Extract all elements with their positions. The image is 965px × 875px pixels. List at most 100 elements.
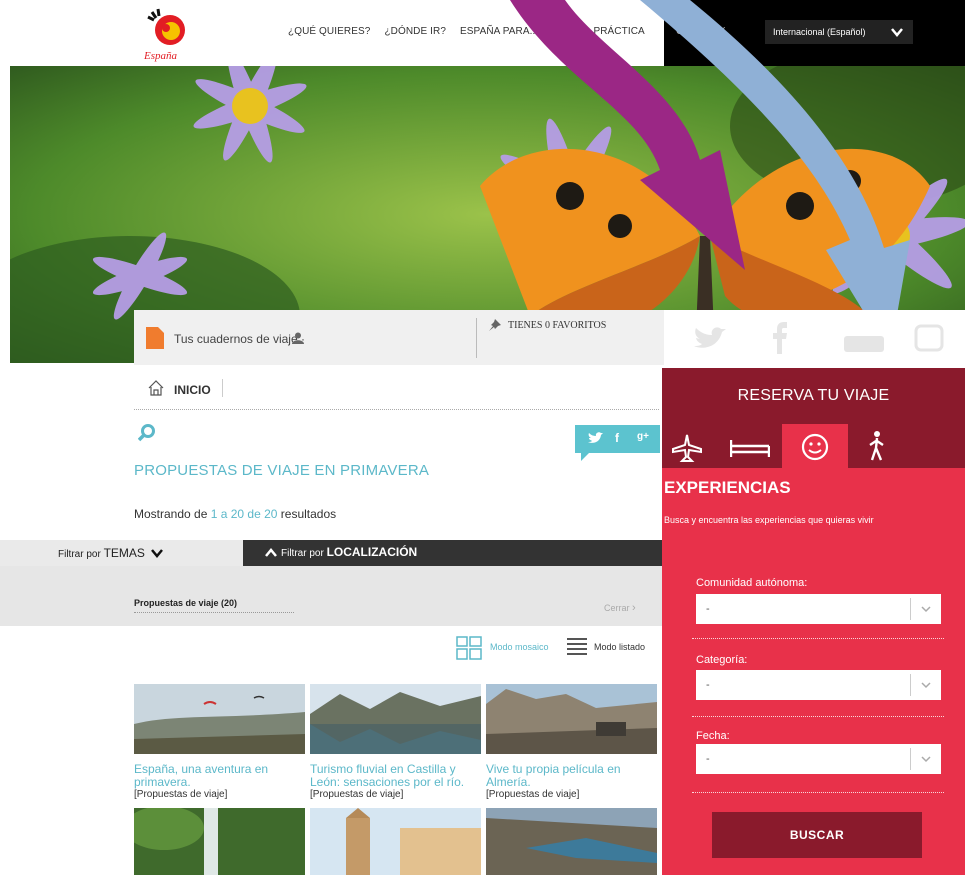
twitter-share-icon[interactable]	[587, 432, 603, 445]
date-value: -	[706, 753, 710, 765]
list-mode-label[interactable]: Modo listado	[594, 642, 645, 652]
filter-bar: Filtrar por TEMAS Filtrar por LOCALIZACI…	[0, 540, 664, 566]
filter-close-label: Cerrar	[604, 603, 630, 613]
page-title: PROPUESTAS DE VIAJE EN PRIMAVERA	[134, 462, 430, 479]
select-divider	[910, 598, 911, 620]
filter-topic-prefix: Filtrar por	[58, 549, 104, 560]
card-image-waterfall[interactable]	[134, 808, 305, 875]
card-image-river	[310, 684, 481, 754]
chevron-down-icon	[891, 28, 903, 37]
search-button[interactable]: BUSCAR	[712, 812, 922, 858]
mosaic-icon[interactable]	[456, 636, 482, 660]
language-value: Internacional (Español)	[773, 27, 866, 37]
card-image-giralda[interactable]	[310, 808, 481, 875]
youtube-icon[interactable]	[844, 326, 884, 352]
home-icon[interactable]	[148, 380, 164, 396]
user-icon[interactable]	[292, 332, 304, 344]
filter-location-label: LOCALIZACIÓN	[326, 545, 418, 559]
experiences-title: EXPERIENCIAS	[664, 478, 791, 497]
instagram-icon[interactable]	[914, 324, 944, 352]
breadcrumb-separator	[222, 379, 223, 397]
filter-panel-label[interactable]: Propuestas de viaje (20)	[134, 598, 294, 613]
booking-panel: RESERVA TU VIAJE EXPERIENCIAS Busca y en…	[662, 368, 965, 875]
search-icon[interactable]	[138, 424, 156, 442]
card-category: [Propuestas de viaje]	[310, 789, 404, 800]
divider	[692, 638, 944, 639]
chevron-down-icon	[921, 606, 931, 613]
main-nav: ¿QUÉ QUIERES? ¿DÓNDE IR? ESPAÑA PARA... …	[288, 26, 645, 37]
nav-info[interactable]: INFO PRÁCTICA	[566, 26, 645, 37]
logo-wordmark: España	[143, 50, 178, 62]
result-card[interactable]: Turismo fluvial en Castilla y León: sens…	[310, 684, 481, 801]
card-image-desert	[486, 684, 657, 754]
card-image-paragliding	[134, 684, 305, 754]
filter-close[interactable]: Cerrar ›	[604, 602, 636, 614]
filter-by-topic[interactable]: Filtrar por TEMAS	[58, 545, 163, 560]
category-value: -	[706, 679, 710, 691]
card-image-canyon[interactable]	[486, 808, 657, 875]
filter-topic-label: TEMAS	[103, 546, 145, 560]
nav-where[interactable]: ¿DÓNDE IR?	[384, 26, 446, 37]
result-card[interactable]: Vive tu propia película en Almería. [Pro…	[486, 684, 657, 801]
divider	[476, 318, 477, 358]
results-prefix: Mostrando de	[134, 507, 211, 521]
date-select[interactable]: -	[696, 744, 941, 774]
chevron-down-icon	[921, 682, 931, 689]
travel-notebook-bar: Tus cuadernos de viaje · TIENES 0 FAVORI…	[134, 310, 664, 365]
booking-header: RESERVA TU VIAJE	[662, 368, 965, 424]
nav-spain-for[interactable]: ESPAÑA PARA...	[460, 26, 538, 37]
language-select[interactable]: Internacional (Español)	[765, 20, 913, 44]
facebook-share-icon[interactable]: f	[615, 431, 619, 445]
breadcrumb: INICIO	[134, 376, 659, 410]
tab-flights[interactable]	[662, 424, 728, 468]
breadcrumb-home[interactable]: INICIO	[174, 383, 211, 397]
card-title[interactable]: Turismo fluvial en Castilla y León: sens…	[310, 763, 481, 789]
tab-experiences[interactable]	[782, 424, 848, 468]
nav-what[interactable]: ¿QUÉ QUIERES?	[288, 26, 370, 37]
bed-icon	[730, 440, 770, 457]
region-select[interactable]: -	[696, 594, 941, 624]
card-title[interactable]: Vive tu propia película en Almería.	[486, 763, 657, 789]
card-category: [Propuestas de viaje]	[486, 789, 580, 800]
results-range[interactable]: 1 a 20 de 20	[211, 507, 278, 521]
plane-icon	[672, 434, 702, 462]
results-count: Mostrando de 1 a 20 de 20 resultados	[134, 507, 336, 521]
region-value: -	[706, 603, 710, 615]
mosaic-mode-label[interactable]: Modo mosaico	[490, 642, 549, 652]
results-suffix: resultados	[277, 507, 337, 521]
twitter-icon[interactable]	[692, 326, 726, 352]
category-select[interactable]: -	[696, 670, 941, 700]
select-divider	[910, 674, 911, 696]
pin-icon	[489, 319, 501, 331]
experiences-description: Busca y encuentra las experiencias que q…	[664, 515, 874, 525]
result-card[interactable]: España, una aventura en primavera. [Prop…	[134, 684, 305, 801]
booking-tabs	[662, 424, 965, 468]
card-title[interactable]: España, una aventura en primavera.	[134, 763, 305, 789]
list-icon[interactable]	[567, 636, 587, 658]
divider	[692, 792, 944, 793]
gplus-share-icon[interactable]: g+	[637, 431, 649, 442]
select-divider	[910, 748, 911, 770]
category-label: Categoría:	[696, 654, 748, 666]
chevron-right-icon: ›	[632, 602, 636, 614]
chevron-up-icon	[265, 548, 277, 557]
facebook-icon[interactable]	[772, 322, 788, 354]
card-category: [Propuestas de viaje]	[134, 789, 228, 800]
spain-logo[interactable]: España	[138, 4, 200, 62]
social-strip	[664, 310, 965, 368]
share-tab: f g+	[575, 425, 660, 461]
notebook-label[interactable]: Tus cuadernos de viaje ·	[174, 332, 305, 346]
filter-by-location[interactable]: Filtrar por LOCALIZACIÓN	[243, 540, 664, 566]
tab-activities[interactable]	[852, 424, 918, 468]
country-link[interactable]: COUNTRY	[676, 26, 725, 37]
favorites-label[interactable]: TIENES 0 FAVORITOS	[508, 320, 606, 331]
date-label: Fecha:	[696, 730, 730, 742]
divider	[692, 716, 944, 717]
filter-location-prefix: Filtrar por	[281, 548, 327, 559]
smiley-icon	[801, 433, 829, 461]
walking-person-icon	[869, 431, 884, 461]
notebook-icon	[146, 327, 164, 349]
chevron-down-icon	[150, 549, 163, 558]
filter-panel: Propuestas de viaje (20) Cerrar ›	[0, 566, 664, 626]
site-header: España ¿QUÉ QUIERES? ¿DÓNDE IR? ESPAÑA P…	[0, 0, 965, 66]
